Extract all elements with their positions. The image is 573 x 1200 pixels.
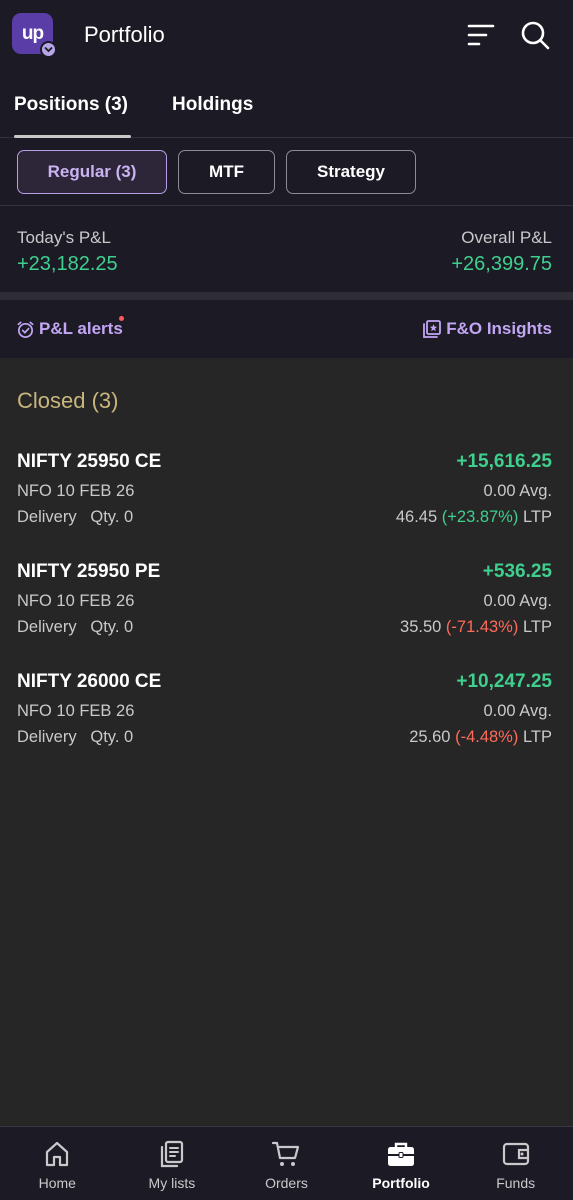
sort-icon[interactable] xyxy=(466,20,496,50)
ltp-change: (-4.48%) xyxy=(455,728,519,746)
pnl-alerts-label: P&L alerts xyxy=(39,319,123,338)
tab-holdings[interactable]: Holdings xyxy=(172,94,253,116)
ltp-suffix: LTP xyxy=(522,508,552,526)
ltp-info: 46.45 (+23.87%) LTP xyxy=(396,508,552,527)
portfolio-tabs: Positions (3) Holdings xyxy=(0,70,573,138)
ltp-info: 25.60 (-4.48%) LTP xyxy=(409,728,552,747)
position-pnl: +10,247.25 xyxy=(456,671,552,692)
nav-funds[interactable]: Funds xyxy=(458,1127,573,1200)
position-pnl: +15,616.25 xyxy=(456,451,552,472)
exchange-expiry: NFO 10 FEB 26 xyxy=(17,592,135,610)
nav-my-lists[interactable]: My lists xyxy=(115,1127,230,1200)
search-icon[interactable] xyxy=(520,20,550,50)
top-panel: up Portfolio Positions (3) Holdings Regu… xyxy=(0,0,573,358)
quantity: Qty. 0 xyxy=(90,618,134,636)
briefcase-icon xyxy=(388,1142,415,1166)
nav-label: Home xyxy=(38,1175,76,1191)
product-type: Delivery xyxy=(17,728,77,746)
average-price: 0.00 Avg. xyxy=(483,592,552,610)
average-price: 0.00 Avg. xyxy=(483,482,552,500)
nav-home[interactable]: Home xyxy=(0,1127,115,1200)
product-qty: Delivery Qty. 0 xyxy=(17,728,133,747)
page-title: Portfolio xyxy=(84,22,165,47)
nav-label: Portfolio xyxy=(372,1175,430,1191)
quantity: Qty. 0 xyxy=(90,508,134,526)
exchange-expiry: NFO 10 FEB 26 xyxy=(17,482,135,500)
ltp-change: (+23.87%) xyxy=(441,508,519,526)
chevron-down-icon xyxy=(40,41,57,58)
app-header: up Portfolio xyxy=(0,0,573,70)
fo-insights-label: F&O Insights xyxy=(446,319,552,338)
wallet-icon xyxy=(502,1142,529,1166)
filter-strategy[interactable]: Strategy xyxy=(286,150,416,194)
ltp-change: (-71.43%) xyxy=(445,618,519,636)
filter-chips: Regular (3) MTF Strategy xyxy=(0,138,573,206)
position-row[interactable]: NIFTY 25950 PE +536.25 NFO 10 FEB 26 0.0… xyxy=(0,561,573,661)
instrument-name: NIFTY 25950 CE xyxy=(17,451,162,472)
ltp-value: 46.45 xyxy=(395,508,438,526)
today-pnl-value: +23,182.25 xyxy=(17,253,118,275)
nav-label: My lists xyxy=(148,1175,196,1191)
closed-section-title: Closed (3) xyxy=(17,388,119,413)
alarm-clock-icon xyxy=(17,321,34,338)
tab-positions[interactable]: Positions (3) xyxy=(14,94,128,116)
overall-pnl-label: Overall P&L xyxy=(461,228,552,247)
position-row[interactable]: NIFTY 26000 CE +10,247.25 NFO 10 FEB 26 … xyxy=(0,671,573,771)
ltp-suffix: LTP xyxy=(522,728,552,746)
product-type: Delivery xyxy=(17,618,77,636)
ltp-info: 35.50 (-71.43%) LTP xyxy=(400,618,552,637)
filter-mtf[interactable]: MTF xyxy=(178,150,275,194)
instrument-name: NIFTY 26000 CE xyxy=(17,671,162,692)
logo-text: up xyxy=(21,22,44,44)
nav-label: Orders xyxy=(265,1175,308,1191)
product-qty: Delivery Qty. 0 xyxy=(17,618,133,637)
nav-label: Funds xyxy=(496,1175,536,1191)
pnl-summary: Today's P&L +23,182.25 Overall P&L +26,3… xyxy=(0,206,573,292)
position-row[interactable]: NIFTY 25950 CE +15,616.25 NFO 10 FEB 26 … xyxy=(0,451,573,551)
average-price: 0.00 Avg. xyxy=(483,702,552,720)
exchange-expiry: NFO 10 FEB 26 xyxy=(17,702,135,720)
filter-regular[interactable]: Regular (3) xyxy=(17,150,167,194)
ltp-value: 35.50 xyxy=(400,618,442,636)
position-pnl: +536.25 xyxy=(482,561,552,582)
nav-orders[interactable]: Orders xyxy=(229,1127,344,1200)
lists-icon xyxy=(160,1140,183,1168)
product-qty: Delivery Qty. 0 xyxy=(17,508,133,527)
instrument-name: NIFTY 25950 PE xyxy=(17,561,161,582)
cart-icon xyxy=(272,1141,300,1166)
bottom-nav: Home My lists Orders Portfolio Funds xyxy=(0,1126,573,1200)
nav-portfolio[interactable]: Portfolio xyxy=(344,1127,459,1200)
alerts-bar: P&L alerts F&O Insights xyxy=(0,300,573,358)
product-type: Delivery xyxy=(17,508,77,526)
fo-insights-link[interactable]: F&O Insights xyxy=(422,319,552,339)
section-divider xyxy=(0,292,573,300)
app-logo[interactable]: up xyxy=(12,13,57,58)
home-icon xyxy=(46,1141,69,1167)
notification-dot xyxy=(119,316,124,321)
pnl-alerts-link[interactable]: P&L alerts xyxy=(16,319,123,339)
overall-pnl-value: +26,399.75 xyxy=(451,253,552,275)
ltp-suffix: LTP xyxy=(522,618,552,636)
ltp-value: 25.60 xyxy=(409,728,451,746)
insights-icon xyxy=(423,320,442,338)
today-pnl-label: Today's P&L xyxy=(17,228,111,247)
quantity: Qty. 0 xyxy=(90,728,134,746)
